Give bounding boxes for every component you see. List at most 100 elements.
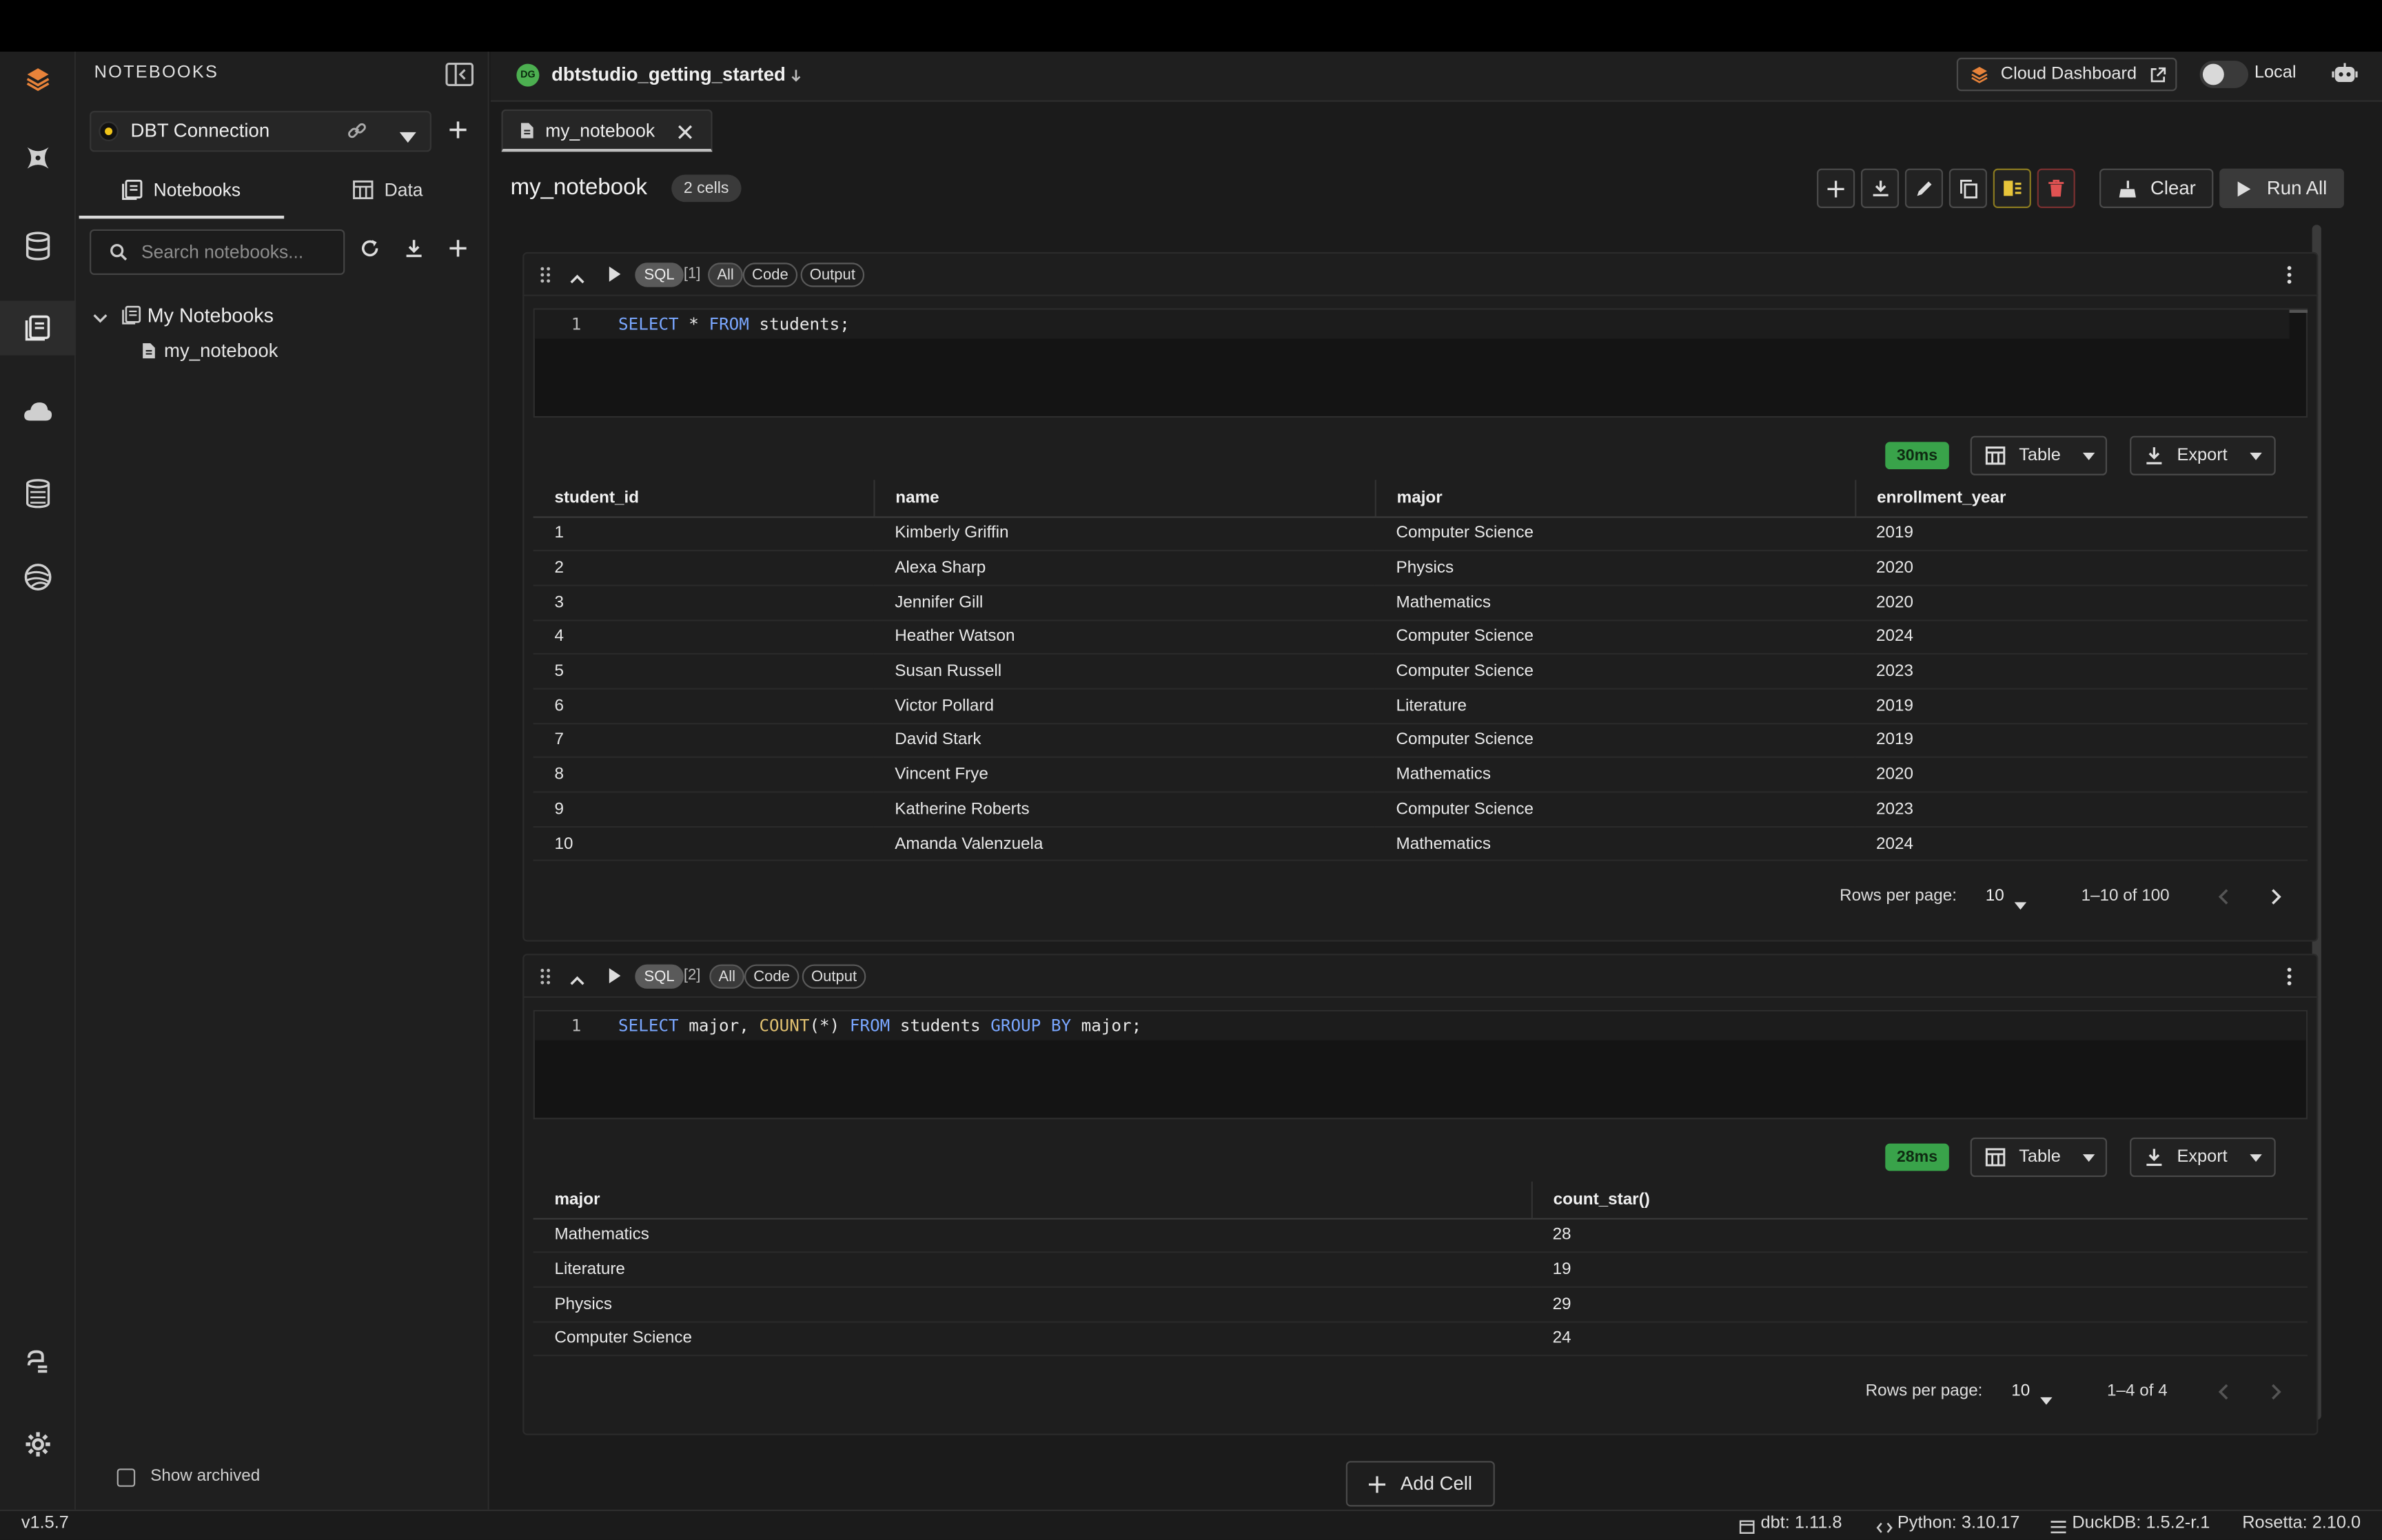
table-row[interactable]: Literature 19 [533,1252,2308,1288]
collapse-sidebar-icon[interactable] [445,62,474,86]
cell-chip-all[interactable]: All [708,263,744,287]
table-row[interactable]: 1 Kimberly Griffin Computer Science 2019 [533,516,2308,552]
cell-menu-kebab-icon[interactable] [2286,967,2292,990]
column-header[interactable]: enrollment_year [1854,480,2308,517]
connection-dropdown-icon[interactable] [399,126,416,147]
project-switch-arrow-icon[interactable] [790,67,802,88]
table-row[interactable]: 6 Victor Pollard Literature 2019 [533,688,2308,724]
show-archived-checkbox[interactable] [116,1468,136,1487]
cell-language-badge[interactable]: SQL [635,964,684,989]
rosetta-version: Rosetta: 2.10.0 [2242,1514,2361,1532]
delete-button[interactable] [2037,168,2075,208]
connection-link-icon[interactable] [347,120,368,145]
refresh-icon[interactable] [360,238,380,263]
database-icon[interactable] [0,218,76,273]
table-cell: Vincent Frye [873,757,1375,793]
edit-button[interactable] [1904,168,1944,208]
table-cell: 3 [533,585,874,621]
tree-expand-chevron-icon[interactable] [92,308,108,329]
clear-button[interactable]: Clear [2099,168,2214,208]
drag-handle-icon[interactable] [539,266,551,289]
export-button[interactable]: Export [2130,435,2276,475]
table-row[interactable]: 7 David Stark Computer Science 2019 [533,723,2308,759]
rows-per-page-select[interactable]: 10 [2011,1382,2030,1400]
next-page-icon[interactable] [2271,888,2281,910]
duckdb-list-icon [2050,1517,2066,1539]
data-lake-icon[interactable] [0,466,76,521]
add-cell-button[interactable]: Add Cell [1345,1461,1495,1507]
table-row[interactable]: 4 Heather Watson Computer Science 2024 [533,619,2308,655]
code-line-1[interactable]: SELECT * FROM students; [618,314,850,334]
local-mode-toggle[interactable] [2199,61,2249,88]
download-button[interactable] [1861,168,1900,208]
table-view-icon [1985,446,2006,465]
tab-notebooks-label: Notebooks [153,179,241,201]
rows-per-page-dropdown-icon[interactable] [2040,1388,2053,1410]
add-cell-plus-icon [1368,1475,1385,1492]
collapse-cell-chevron-icon[interactable] [570,267,585,289]
table-row[interactable]: 3 Jennifer Gill Mathematics 2020 [533,585,2308,621]
tree-root-label[interactable]: My Notebooks [147,304,274,327]
column-header[interactable]: major [533,1181,1531,1219]
next-page-icon[interactable] [2271,1384,2281,1405]
table-row[interactable]: 9 Katherine Roberts Computer Science 2023 [533,792,2308,828]
add-cell-toolbar-button[interactable] [1817,168,1855,208]
dbt-icon[interactable] [0,131,76,185]
clear-outputs-button[interactable] [1993,168,2031,208]
python-env-icon[interactable] [0,1335,76,1389]
cell-chip-all[interactable]: All [709,964,745,989]
table-cell: 2020 [1855,551,2308,586]
view-mode-select[interactable]: Table [1970,1137,2108,1178]
run-cell-icon[interactable] [608,967,622,989]
cloud-dashboard-button[interactable]: Cloud Dashboard [1956,57,2177,92]
globe-network-icon[interactable] [0,550,76,604]
project-name[interactable]: dbtstudio_getting_started [551,64,786,85]
table-row[interactable]: 5 Susan Russell Computer Science 2023 [533,654,2308,690]
export-button[interactable]: Export [2130,1137,2276,1178]
code-line-1[interactable]: SELECT major, COUNT(*) FROM students GRO… [618,1016,1141,1036]
export-label: Export [2177,1148,2228,1167]
table-row[interactable]: Mathematics 28 [533,1218,2308,1253]
tab-data[interactable]: Data [385,179,423,201]
cell-chip-output[interactable]: Output [802,964,866,989]
play-icon [2238,181,2251,196]
column-header[interactable]: name [873,480,1375,517]
run-all-button[interactable]: Run All [2219,168,2344,208]
table-row[interactable]: Physics 29 [533,1286,2308,1322]
cloud-icon[interactable] [0,384,76,439]
cell-chip-code[interactable]: Code [744,964,800,989]
import-notebook-icon[interactable] [404,238,424,263]
cell-language-badge[interactable]: SQL [635,263,684,287]
run-cell-icon[interactable] [608,266,622,287]
duplicate-button[interactable] [1948,168,1987,208]
close-tab-icon[interactable] [678,123,693,145]
trash-icon [2048,179,2064,197]
new-notebook-icon[interactable] [448,238,468,263]
tree-item-notebook[interactable]: my_notebook [164,340,278,362]
table-row[interactable]: 10 Amanda Valenzuela Mathematics 2024 [533,826,2308,862]
collapse-cell-chevron-icon[interactable] [570,969,585,990]
assistant-robot-icon[interactable] [2332,61,2358,91]
cell-chip-code[interactable]: Code [742,263,797,287]
rows-per-page-select[interactable]: 10 [1986,887,2004,905]
notebooks-icon[interactable] [0,300,77,356]
rows-per-page-dropdown-icon[interactable] [2014,893,2027,914]
view-mode-select[interactable]: Table [1970,435,2108,475]
rows-per-page-label: Rows per page: [1865,1382,1983,1401]
notebooks-tab-icon [121,179,143,205]
column-header[interactable]: student_id [533,480,874,517]
table-row[interactable]: Computer Science 24 [533,1321,2308,1357]
table-row[interactable]: 2 Alexa Sharp Physics 2020 [533,551,2308,586]
app-logo-icon[interactable] [0,52,76,106]
settings-gear-icon[interactable] [0,1417,76,1471]
prev-page-icon[interactable] [2218,1384,2228,1405]
column-header[interactable]: count_star() [1530,1181,2308,1219]
drag-handle-icon[interactable] [539,967,551,990]
table-cell: 2020 [1855,585,2308,621]
prev-page-icon[interactable] [2218,888,2228,910]
column-header[interactable]: major [1374,480,1855,517]
cell-menu-kebab-icon[interactable] [2286,266,2292,289]
add-connection-icon[interactable] [448,120,468,144]
cell-chip-output[interactable]: Output [800,263,865,287]
table-row[interactable]: 8 Vincent Frye Mathematics 2020 [533,757,2308,793]
